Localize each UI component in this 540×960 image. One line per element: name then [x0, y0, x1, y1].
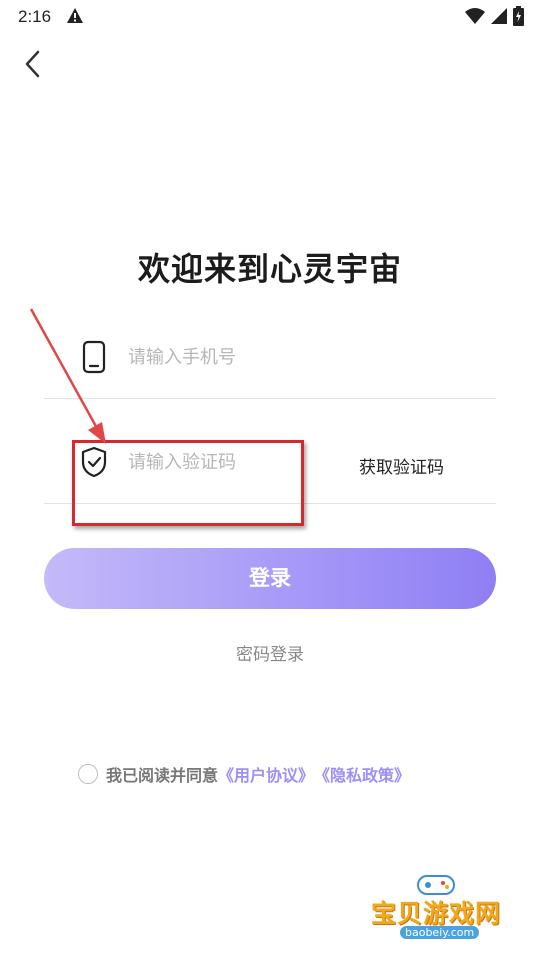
password-login-link[interactable]: 密码登录 [0, 640, 540, 665]
page-title: 欢迎来到心灵宇宙 [137, 250, 402, 288]
battery-icon [513, 6, 524, 26]
back-arrow-icon[interactable] [18, 46, 50, 82]
annotation-highlight-box [72, 440, 304, 526]
status-icons [465, 6, 524, 26]
agreement-text: 我已阅读并同意 [106, 766, 219, 785]
watermark-url: baobeiy.com [400, 926, 480, 939]
watermark-name: 宝贝游戏网 [370, 899, 501, 928]
agreement-row: 我已阅读并同意 《用户协议》 《隐私政策》 [78, 762, 410, 786]
signal-icon [491, 8, 507, 24]
wifi-icon [465, 8, 485, 24]
privacy-policy-link[interactable]: 《隐私政策》 [314, 762, 410, 786]
phone-field [44, 318, 496, 399]
status-bar: 2:16 [0, 0, 540, 34]
alert-icon [67, 8, 83, 23]
status-time: 2:16 [18, 7, 52, 26]
phone-input[interactable] [128, 340, 468, 374]
user-agreement-link[interactable]: 《用户协议》 [218, 762, 314, 786]
get-code-button[interactable]: 获取验证码 [359, 453, 444, 478]
watermark: 宝贝游戏网 baobeiy.com [366, 870, 506, 950]
login-button[interactable]: 登录 [44, 548, 496, 609]
agreement-radio[interactable] [78, 764, 98, 784]
phone-icon [82, 340, 106, 374]
